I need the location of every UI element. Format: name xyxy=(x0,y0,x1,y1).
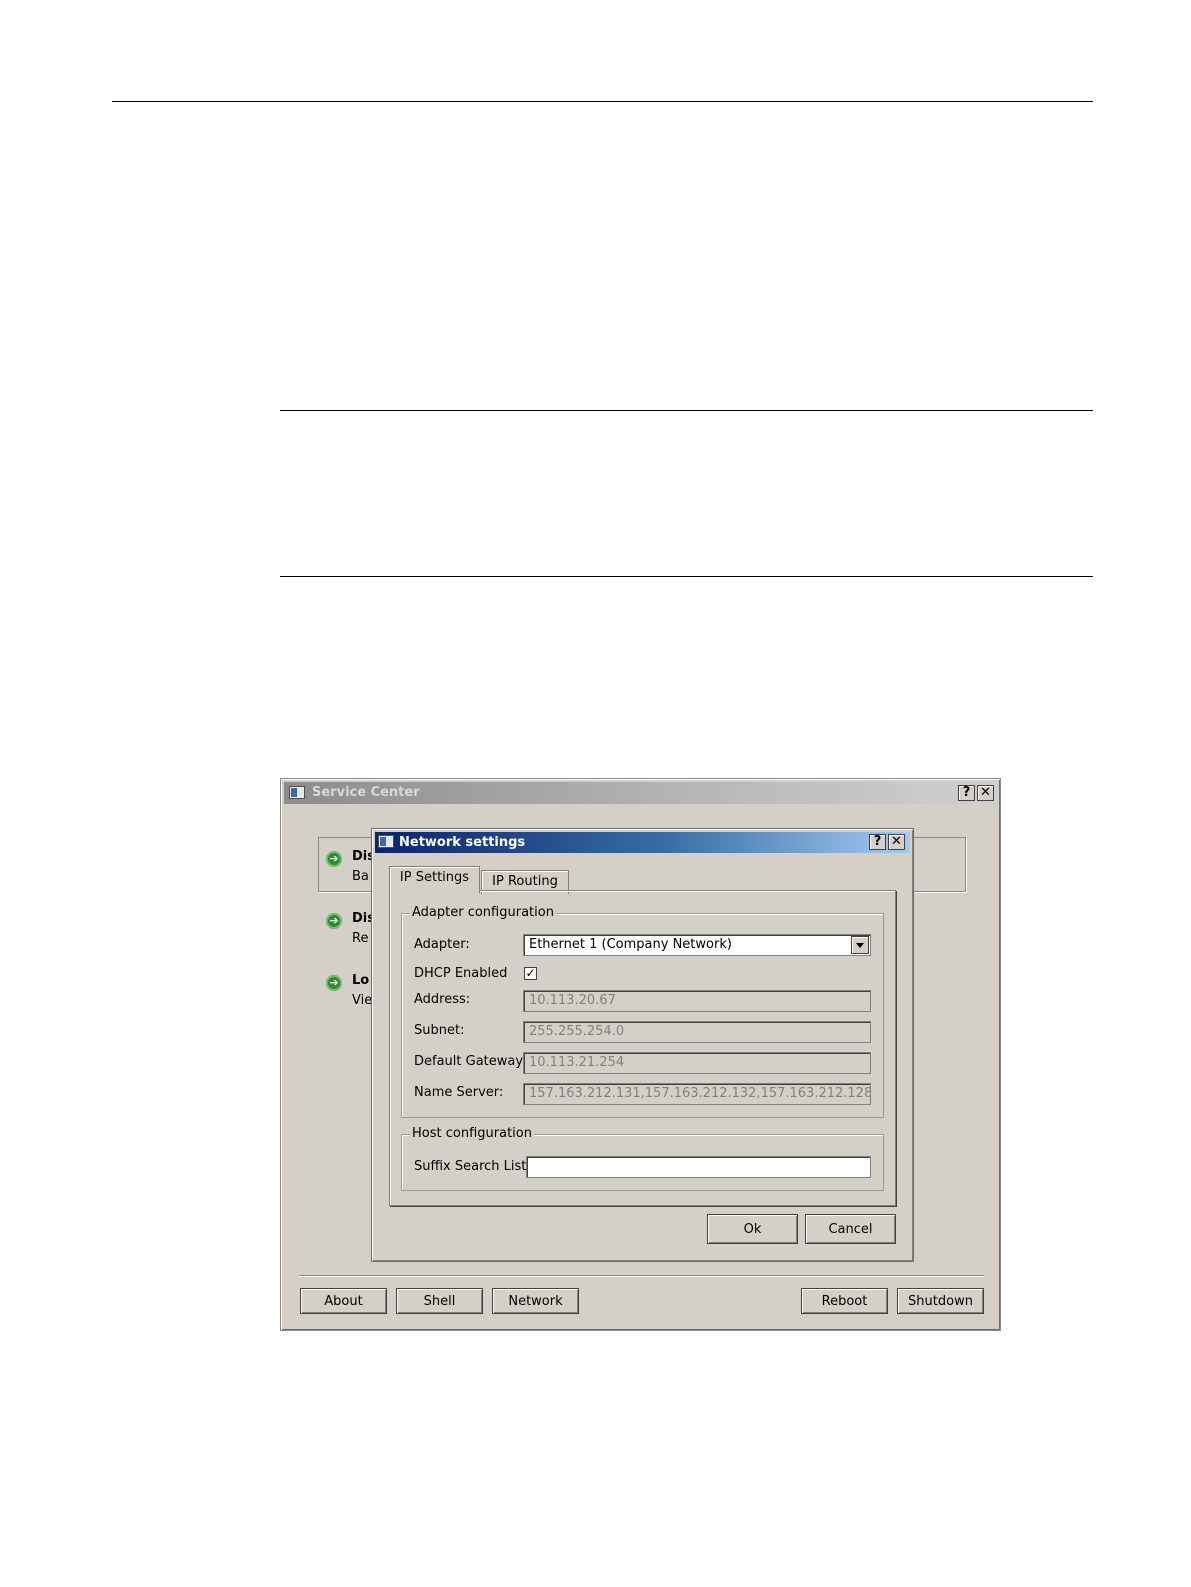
adapter-configuration-group: Adapter configuration Adapter: Ethernet … xyxy=(401,905,884,1118)
suffix-label: Suffix Search List: xyxy=(414,1159,531,1174)
group-legend: Host configuration xyxy=(410,1126,534,1141)
suffix-search-input[interactable] xyxy=(526,1156,871,1178)
dhcp-checkbox[interactable]: ✓ xyxy=(524,967,537,980)
group-legend: Adapter configuration xyxy=(410,905,556,920)
item-subtitle: Ba xyxy=(352,869,369,884)
adapter-label: Adapter: xyxy=(414,937,470,952)
network-settings-dialog: Network settings ? ✕ IP Settings IP Rout… xyxy=(371,828,914,1262)
adapter-value: Ethernet 1 (Company Network) xyxy=(529,937,732,952)
service-center-titlebar: Service Center ? ✕ xyxy=(284,782,997,804)
arrow-right-icon: ➔ xyxy=(326,913,342,929)
close-button[interactable]: ✕ xyxy=(888,834,905,850)
adapter-dropdown[interactable]: Ethernet 1 (Company Network) xyxy=(523,934,871,956)
subnet-label: Subnet: xyxy=(414,1023,465,1038)
ok-button[interactable]: Ok xyxy=(707,1214,798,1244)
dhcp-label: DHCP Enabled xyxy=(414,966,508,981)
network-settings-titlebar: Network settings ? ✕ xyxy=(375,832,910,853)
close-button[interactable]: ✕ xyxy=(977,785,994,801)
window-icon xyxy=(289,786,305,799)
subnet-field[interactable]: 255.255.254.0 xyxy=(523,1021,871,1043)
item-subtitle: Re xyxy=(352,931,369,946)
button-separator xyxy=(299,1275,984,1276)
host-configuration-group: Host configuration Suffix Search List: xyxy=(401,1126,884,1191)
help-button[interactable]: ? xyxy=(958,785,975,801)
network-button[interactable]: Network xyxy=(492,1288,579,1314)
header-rule xyxy=(112,101,1093,102)
item-subtitle: Vie xyxy=(352,993,373,1008)
address-label: Address: xyxy=(414,992,471,1007)
nameserver-field[interactable]: 157.163.212.131,157.163.212.132,157.163.… xyxy=(523,1083,871,1105)
address-field[interactable]: 10.113.20.67 xyxy=(523,990,871,1012)
gateway-label: Default Gateway: xyxy=(414,1054,527,1069)
arrow-right-icon: ➔ xyxy=(326,851,342,867)
cancel-button[interactable]: Cancel xyxy=(805,1214,896,1244)
gateway-field[interactable]: 10.113.21.254 xyxy=(523,1052,871,1074)
help-button[interactable]: ? xyxy=(869,834,886,850)
section-rule-bottom xyxy=(280,576,1093,577)
shutdown-button[interactable]: Shutdown xyxy=(897,1288,984,1314)
chevron-down-icon[interactable] xyxy=(851,936,869,954)
ip-settings-panel: Adapter configuration Adapter: Ethernet … xyxy=(389,890,896,1206)
item-title: Lo xyxy=(352,973,370,988)
network-settings-title: Network settings xyxy=(399,835,526,850)
service-center-title: Service Center xyxy=(312,785,420,800)
arrow-right-icon: ➔ xyxy=(326,975,342,991)
shell-button[interactable]: Shell xyxy=(396,1288,483,1314)
about-button[interactable]: About xyxy=(300,1288,387,1314)
reboot-button[interactable]: Reboot xyxy=(801,1288,888,1314)
window-icon xyxy=(378,835,394,848)
nameserver-label: Name Server: xyxy=(414,1085,504,1100)
tab-ip-settings[interactable]: IP Settings xyxy=(389,866,480,893)
section-rule-top xyxy=(280,410,1093,411)
